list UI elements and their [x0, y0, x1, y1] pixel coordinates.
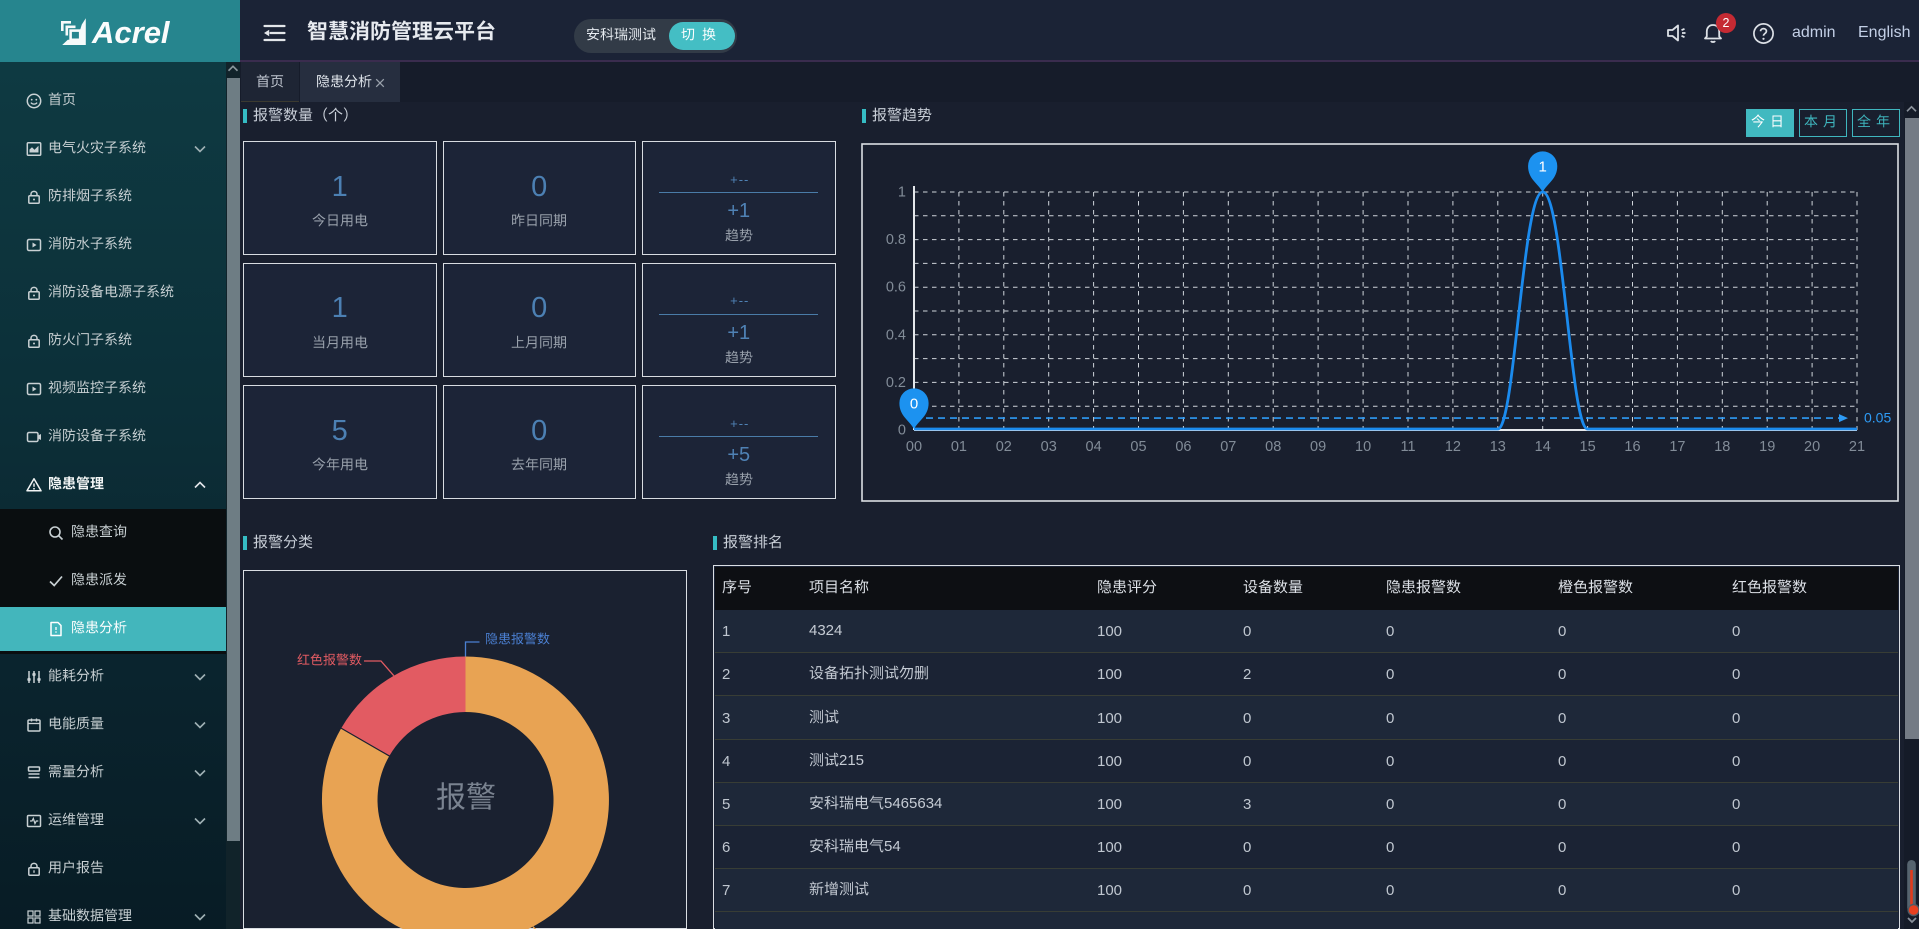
svg-text:18: 18 — [1714, 439, 1730, 455]
svg-text:20: 20 — [1804, 439, 1820, 455]
svg-text:05: 05 — [1130, 439, 1146, 455]
svg-text:12: 12 — [1445, 439, 1461, 455]
svg-text:0.8: 0.8 — [886, 232, 906, 248]
svg-text:11: 11 — [1400, 439, 1415, 455]
svg-text:03: 03 — [1041, 439, 1057, 455]
svg-text:14: 14 — [1535, 439, 1551, 455]
svg-text:13: 13 — [1490, 439, 1506, 455]
svg-text:0.05: 0.05 — [1864, 410, 1891, 426]
svg-text:06: 06 — [1175, 439, 1191, 455]
svg-text:15: 15 — [1580, 439, 1596, 455]
svg-text:08: 08 — [1265, 439, 1281, 455]
svg-text:10: 10 — [1355, 439, 1371, 455]
svg-text:0: 0 — [910, 396, 918, 413]
svg-text:21: 21 — [1849, 439, 1865, 455]
svg-text:1: 1 — [1538, 159, 1546, 176]
svg-text:04: 04 — [1086, 439, 1102, 455]
svg-text:07: 07 — [1220, 439, 1236, 455]
svg-text:00: 00 — [906, 439, 922, 455]
svg-text:1: 1 — [898, 185, 906, 201]
svg-text:0.4: 0.4 — [886, 327, 906, 343]
svg-text:16: 16 — [1624, 439, 1640, 455]
svg-text:01: 01 — [951, 439, 967, 455]
svg-text:19: 19 — [1759, 439, 1775, 455]
svg-text:0.2: 0.2 — [886, 375, 906, 391]
svg-text:0.6: 0.6 — [886, 280, 906, 296]
svg-text:0: 0 — [898, 423, 906, 439]
svg-text:02: 02 — [996, 439, 1012, 455]
svg-text:09: 09 — [1310, 439, 1326, 455]
svg-text:17: 17 — [1669, 439, 1685, 455]
